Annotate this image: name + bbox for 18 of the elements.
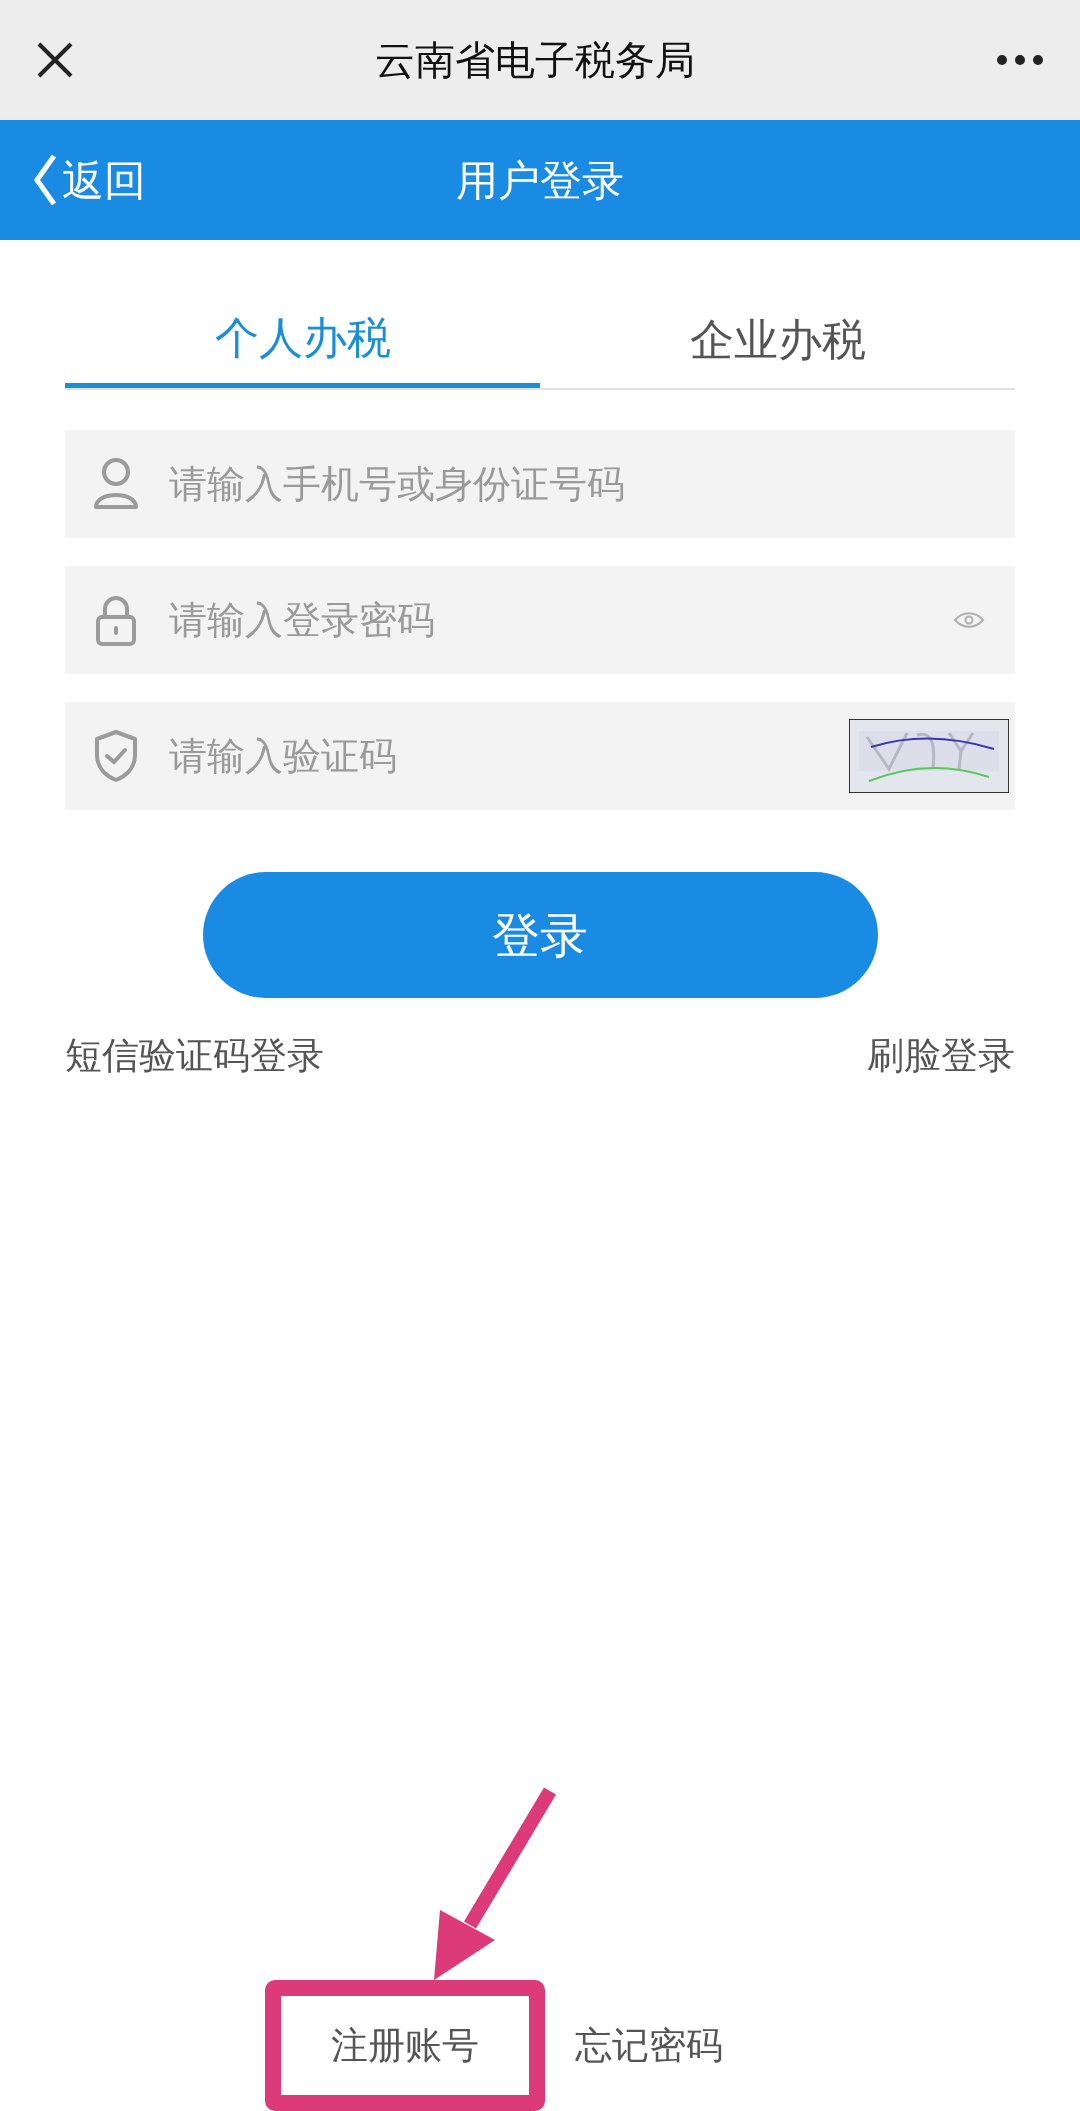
more-icon[interactable] xyxy=(996,54,1044,66)
tab[interactable]: 企业办税 xyxy=(540,292,1015,388)
tab[interactable]: 个人办税 xyxy=(65,292,540,388)
close-icon[interactable] xyxy=(36,41,74,79)
window-title: 云南省电子税务局 xyxy=(374,36,696,85)
user-icon xyxy=(93,457,139,511)
input-field[interactable]: 请输入手机号或身份证号码 xyxy=(65,430,1015,538)
footer-link[interactable]: 忘记密码 xyxy=(575,1980,723,2111)
login-option-link[interactable]: 短信验证码登录 xyxy=(65,1028,324,1084)
login-option-link[interactable]: 刷脸登录 xyxy=(867,1028,1015,1084)
back-button[interactable]: 返回 xyxy=(32,148,146,212)
login-button[interactable]: 登录 xyxy=(202,872,878,998)
lock-icon xyxy=(93,593,139,647)
input-field[interactable]: 请输入登录密码 xyxy=(65,566,1015,674)
shield-check-icon xyxy=(93,729,139,783)
chevron-left-icon xyxy=(32,152,58,208)
footer-link[interactable]: 注册账号 xyxy=(265,1980,545,2111)
page-title: 用户登录 xyxy=(456,154,624,207)
